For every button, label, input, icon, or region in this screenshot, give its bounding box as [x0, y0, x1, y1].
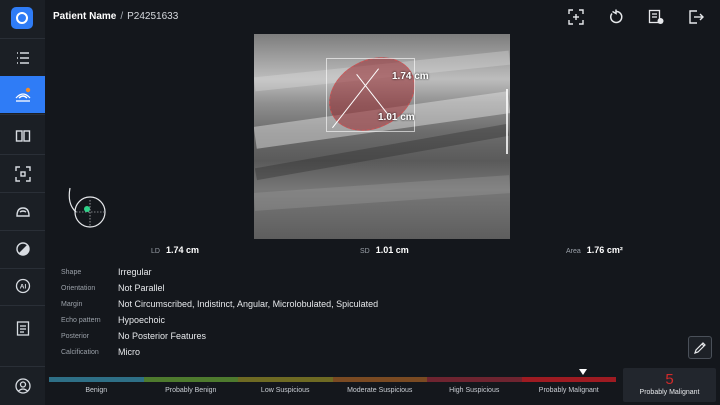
result-score: 5: [665, 371, 674, 388]
descriptor-row-orientation: Orientation Not Parallel: [61, 281, 165, 295]
sidebar-item-breast[interactable]: [0, 193, 45, 230]
category-label[interactable]: High Suspicious: [427, 387, 522, 394]
scale-segment-probably-malignant[interactable]: [521, 377, 616, 382]
fullscreen-button[interactable]: [566, 7, 586, 27]
sidebar-item-list[interactable]: [0, 39, 45, 76]
descriptor-row-echo-pattern: Echo pattern Hypoechoic: [61, 313, 165, 327]
clipboard-icon: [16, 320, 29, 336]
ai-icon: AI: [15, 278, 30, 293]
long-diameter-label: 1.74 cm: [392, 71, 429, 82]
descriptor-row-calcification: Calcification Micro: [61, 345, 140, 359]
area-label: Area: [566, 248, 581, 255]
descriptor-label: Shape: [61, 268, 82, 276]
area-measurement: Area 1.76 cm²: [566, 245, 623, 255]
scale-segment-high-suspicious[interactable]: [427, 377, 522, 382]
app-logo: [11, 7, 33, 29]
ultrasound-image[interactable]: 1.74 cm 1.01 cm: [254, 34, 510, 239]
sidebar-item-ultrasound[interactable]: [0, 76, 45, 113]
category-scale: [49, 377, 616, 382]
descriptor-label: Calcification: [61, 348, 99, 356]
descriptor-label: Posterior: [61, 332, 90, 340]
sd-value: 1.01 cm: [375, 245, 409, 255]
category-label[interactable]: Moderate Suspicious: [333, 387, 428, 394]
svg-text:AI: AI: [19, 283, 26, 290]
descriptor-value: Not Parallel: [118, 283, 165, 293]
sidebar: AI: [0, 0, 45, 405]
sidebar-item-compare[interactable]: [0, 117, 45, 154]
ld-value: 1.74 cm: [165, 245, 199, 255]
refresh-icon: [610, 9, 623, 24]
area-value: 1.76 cm²: [586, 245, 623, 255]
pencil-icon: [694, 341, 706, 354]
exit-icon: [689, 10, 704, 24]
ultrasound-probe-icon: [15, 87, 30, 102]
breast-icon: [15, 206, 30, 217]
user-icon: [14, 377, 31, 394]
sidebar-item-report[interactable]: [0, 309, 45, 346]
list-icon: [16, 51, 29, 64]
category-label[interactable]: Probably Malignant: [522, 387, 617, 394]
descriptor-label: Orientation: [61, 284, 96, 292]
scale-segment-low-suspicious[interactable]: [238, 377, 333, 382]
patient-id: P24251633: [127, 11, 179, 22]
descriptor-label: Margin: [61, 300, 83, 308]
report-button[interactable]: [646, 7, 666, 27]
edit-button[interactable]: [688, 336, 712, 359]
category-label[interactable]: Low Suspicious: [238, 387, 333, 394]
category-label[interactable]: Benign: [49, 387, 144, 394]
descriptor-value: No Posterior Features: [118, 331, 207, 341]
ld-label: LD: [151, 248, 160, 255]
descriptor-value: Irregular: [118, 267, 152, 277]
ld-measurement: LD 1.74 cm: [151, 245, 199, 255]
tissue-band: [254, 175, 510, 211]
category-labels: Benign Probably Benign Low Suspicious Mo…: [49, 387, 616, 394]
sd-measurement: SD 1.01 cm: [360, 245, 409, 255]
category-label[interactable]: Probably Benign: [144, 387, 239, 394]
result-badge: 5 Probably Malignant: [623, 368, 716, 402]
add-fullscreen-icon: [568, 9, 584, 25]
sidebar-item-contrast[interactable]: [0, 230, 45, 267]
report-icon: [648, 9, 664, 24]
sidebar-item-ai[interactable]: AI: [0, 267, 45, 304]
refresh-button[interactable]: [606, 7, 626, 27]
descriptor-value: Hypoechoic: [118, 315, 166, 325]
short-diameter-label: 1.01 cm: [378, 112, 415, 123]
patient-name-label: Patient Name: [53, 11, 117, 22]
top-bar: Patient Name / P24251633: [45, 0, 720, 34]
descriptor-row-margin: Margin Not Circumscribed, Indistinct, An…: [61, 297, 378, 311]
sidebar-item-focus[interactable]: [0, 155, 45, 192]
body-marker-icon: [68, 187, 106, 228]
descriptor-value: Micro: [118, 347, 140, 357]
sd-label: SD: [360, 248, 370, 255]
compare-icon: [15, 129, 30, 142]
scale-segment-probably-benign[interactable]: [143, 377, 238, 382]
result-label: Probably Malignant: [639, 389, 700, 396]
divider: [0, 114, 45, 115]
scale-segment-moderate-suspicious[interactable]: [332, 377, 427, 382]
descriptor-row-shape: Shape Irregular: [61, 265, 152, 279]
breadcrumb-separator: /: [120, 11, 124, 22]
exit-button[interactable]: [686, 7, 706, 27]
descriptor-value: Not Circumscribed, Indistinct, Angular, …: [118, 299, 379, 309]
focus-scan-icon: [14, 165, 31, 182]
descriptor-label: Echo pattern: [61, 316, 101, 324]
scale-segment-benign[interactable]: [49, 377, 144, 382]
descriptor-row-posterior: Posterior No Posterior Features: [61, 329, 206, 343]
sidebar-item-user[interactable]: [0, 367, 45, 404]
contrast-icon: [15, 241, 30, 256]
depth-marker: [506, 89, 508, 154]
breadcrumb: Patient Name / P24251633: [53, 11, 178, 22]
scale-pointer-icon: [579, 369, 587, 375]
divider: [0, 305, 45, 306]
